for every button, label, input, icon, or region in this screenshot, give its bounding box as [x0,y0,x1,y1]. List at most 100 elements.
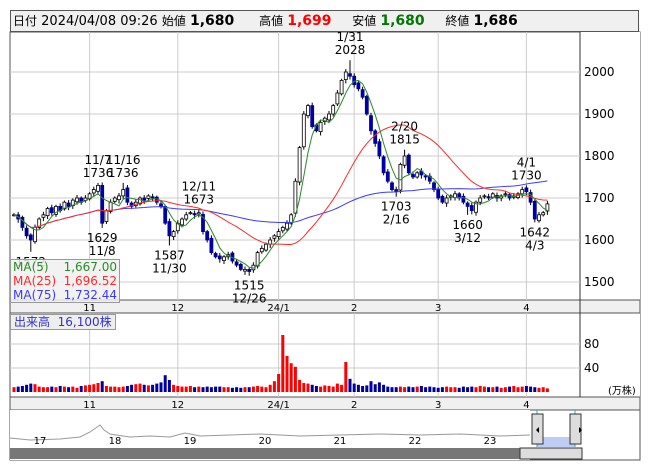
candle [335,92,340,105]
price-annotation: 1587 [154,248,185,262]
ma5-label: MA(5) [13,260,49,274]
volume-bar [96,383,100,392]
volume-bar [117,387,121,392]
price-annotation: 1515 [234,279,265,293]
volume-bar [415,386,419,392]
candle [423,175,428,178]
volume-bar [176,386,180,392]
candle [117,195,121,201]
candle [243,268,247,272]
candle [478,197,483,203]
month-tick-label: 2 [351,303,357,314]
volume-bar [180,386,184,392]
volume-bar [495,386,499,392]
volume-bar [268,384,272,392]
month-tick-label: 4 [523,303,529,314]
volume-bar [184,386,188,392]
price-annotation: 1673 [184,192,215,206]
volume-bar [377,382,381,392]
month-tick-label: 2 [351,400,357,411]
volume-bar [365,385,369,392]
volume-tick-label: 40 [584,361,599,375]
candle [238,263,243,270]
price-annotation: 2/20 [391,120,418,134]
candle [377,141,382,157]
volume-bar [470,386,474,392]
volume-bar [121,386,125,392]
candle [503,193,508,196]
navigator-scrollbar-thumb[interactable] [519,447,583,460]
month-tick-label: 24/1 [267,303,289,314]
month-tick-label: 24/1 [267,400,289,411]
volume-value: 16,100株 [57,315,112,329]
candle [486,196,491,199]
volume-bar [151,384,155,392]
volume-bar [394,387,398,392]
volume-bar [109,386,113,392]
volume-bar [411,387,415,392]
candle [537,214,541,222]
navigator-year-label: 18 [109,436,122,447]
volume-bar [331,386,335,392]
volume-label: 出来高 [14,315,51,329]
volume-bar [281,335,285,392]
candle [171,231,176,238]
candle [352,75,357,85]
volume-bar [142,384,146,392]
volume-bar [306,383,310,392]
month-tick-label: 11 [83,400,96,411]
candle [222,256,226,261]
volume-bar [537,387,541,392]
volume-bar [222,387,226,392]
volume-bar [37,386,41,392]
volume-bar [83,385,87,392]
candle [385,171,390,182]
ma-legend: MA(5) 1,667.00 MA(25) 1,696.52 MA(75) 1,732… [10,259,120,303]
date-value: 2024/04/08 09:26 [41,14,158,29]
volume-bar [319,386,323,392]
candle [213,253,218,258]
volume-bar [474,387,478,392]
volume-bar [251,386,255,392]
volume-bar [214,386,218,392]
price-annotation: 1730 [511,168,542,182]
candle [520,189,525,195]
ma5-value: 1,667.00 [63,260,117,274]
chart-canvas[interactable]: 1500 1600 1700 1800 1900 2000 40 80 (万株) 11 11 12 12… [0,0,653,470]
candle [234,261,239,266]
volume-bar [50,386,54,392]
ma75-value: 1,732.44 [63,288,117,302]
volume-bar [201,387,205,392]
volume-bar [403,387,407,392]
volume-bar [264,387,268,392]
volume-bar [289,363,293,392]
candle [104,210,109,222]
volume-bar [88,384,92,392]
candle [247,268,252,272]
volume-bar [159,382,163,392]
price-annotation: 4/1 [517,155,536,169]
price-annotation: 1/31 [337,30,364,44]
candle [524,187,529,193]
volume-bar [172,384,176,392]
navigator-year-label: 19 [184,436,197,447]
candle [482,195,487,198]
volume-bar [348,378,352,392]
price-tick-label: 2000 [584,65,615,79]
volume-bar [125,386,129,392]
volume-bar [46,387,50,392]
volume-bar [512,386,516,392]
volume-bar [67,387,71,392]
volume-bar [41,387,45,392]
close-label: 終値 [445,14,470,28]
month-tick-label: 4 [523,400,529,411]
month-tick-label: 12 [171,400,184,411]
volume-bar [12,387,16,392]
price-tick-label: 1500 [584,275,615,289]
volume-bar [432,387,436,392]
candle [373,130,378,144]
candle [402,155,407,166]
volume-bar [424,387,428,392]
volume-bar [487,387,491,392]
price-annotation: 1815 [389,133,420,147]
